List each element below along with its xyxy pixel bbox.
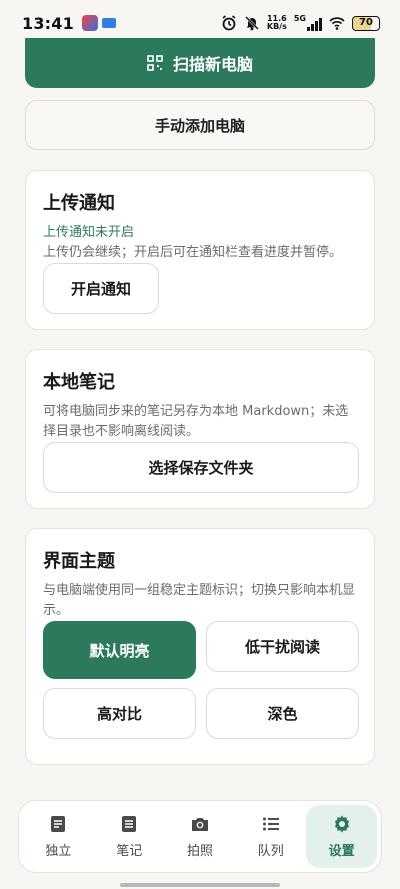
theme-option-dark[interactable]: 深色 [206, 688, 359, 739]
wifi-icon [329, 17, 345, 30]
nav-item-settings[interactable]: 设置 [306, 805, 377, 868]
upload-card-title: 上传通知 [43, 193, 115, 214]
notes-card-description: 可将电脑同步来的笔记另存为本地 Markdown；未选择目录也不影响离线阅读。 [43, 404, 349, 439]
theme-card-title: 界面主题 [43, 551, 115, 572]
nav-label: 设置 [328, 844, 355, 859]
nav-label: 独立 [45, 844, 72, 859]
note-icon [122, 816, 137, 832]
list-icon [262, 817, 279, 831]
local-notes-card: 本地笔记 可将电脑同步来的笔记另存为本地 Markdown；未选择目录也不影响离… [25, 349, 375, 509]
choose-save-folder-button[interactable]: 选择保存文件夹 [43, 442, 359, 493]
theme-option-low-distraction[interactable]: 低干扰阅读 [206, 621, 359, 672]
upload-notification-card: 上传通知 上传通知未开启 上传仍会继续；开启后可在通知栏查看进度并暂停。 开启通… [25, 170, 375, 330]
status-time: 13:41 [22, 13, 74, 33]
app-notification-icon [81, 15, 98, 31]
theme-option-high-contrast[interactable]: 高对比 [43, 688, 196, 739]
nav-item-camera[interactable]: 拍照 [165, 805, 236, 868]
scan-button-label: 扫描新电脑 [172, 55, 253, 74]
theme-card: 界面主题 与电脑端使用同一组稳定主题标识；切换只影响本机显示。 默认明亮 低干扰… [25, 528, 375, 765]
upload-card-description: 上传仍会继续；开启后可在通知栏查看进度并暂停。 [43, 245, 343, 260]
gear-icon [334, 815, 349, 833]
bottom-navigation: 独立 笔记 拍照 队列 设置 [18, 800, 382, 873]
nav-label: 拍照 [186, 844, 213, 859]
alarm-icon [222, 15, 236, 31]
cellular-signal-icon: 5G [294, 14, 322, 31]
home-indicator[interactable] [120, 883, 280, 887]
status-app-icons [81, 15, 116, 31]
scan-new-computer-button[interactable]: 扫描新电脑 [25, 38, 375, 88]
message-notification-icon [101, 18, 116, 28]
nav-item-queue[interactable]: 队列 [235, 805, 306, 868]
camera-icon [191, 818, 208, 831]
mute-bell-icon [245, 16, 259, 31]
nav-item-standalone[interactable]: 独立 [23, 805, 94, 868]
theme-card-description: 与电脑端使用同一组稳定主题标识；切换只影响本机显示。 [43, 583, 356, 618]
nav-label: 队列 [257, 844, 284, 859]
notes-card-title: 本地笔记 [43, 372, 115, 393]
upload-status-text: 上传通知未开启 [43, 225, 135, 240]
network-speed: 11.6 KB/s [266, 14, 287, 31]
qr-code-icon [147, 55, 163, 71]
manual-add-computer-button[interactable]: 手动添加电脑 [25, 100, 375, 150]
nav-item-notes[interactable]: 笔记 [94, 805, 165, 868]
enable-notification-button[interactable]: 开启通知 [43, 263, 159, 314]
battery-indicator: 70 [352, 15, 380, 31]
theme-option-default-light[interactable]: 默认明亮 [43, 621, 196, 679]
nav-label: 笔记 [116, 844, 143, 859]
status-indicators: 11.6 KB/s 5G 70 [221, 14, 380, 31]
document-icon [51, 816, 66, 832]
